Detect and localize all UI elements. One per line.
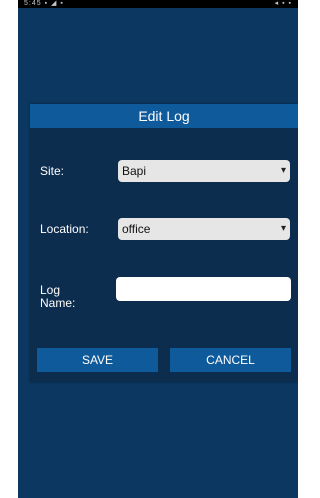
location-label: Location:	[40, 222, 89, 236]
status-bar-left: 5:45 ▪ ◢ ▪	[24, 0, 64, 7]
status-bar-right: ◂ ▪ ▪	[274, 0, 292, 7]
dialog-title: Edit Log	[30, 104, 298, 128]
site-label: Site:	[40, 164, 65, 178]
location-row: Location: office ▾	[30, 218, 298, 240]
dropdown-caret-icon: ▾	[280, 223, 286, 234]
edit-log-dialog: Edit Log Site: Bapi ▾ Location: office ▾…	[30, 104, 298, 382]
location-select[interactable]: office ▾	[118, 218, 290, 240]
site-row: Site: Bapi ▾	[30, 160, 298, 182]
log-name-input[interactable]	[116, 277, 291, 301]
site-select-value: Bapi	[122, 164, 147, 178]
log-name-row: Log Name:	[30, 276, 298, 312]
app-screen: 5:45 ▪ ◢ ▪ ◂ ▪ ▪ Edit Log Site: Bapi ▾ L…	[18, 0, 298, 498]
status-bar: 5:45 ▪ ◢ ▪ ◂ ▪ ▪	[18, 0, 298, 8]
cancel-button[interactable]: CANCEL	[170, 348, 291, 372]
save-button[interactable]: SAVE	[37, 348, 158, 372]
log-name-label: Log Name:	[40, 283, 76, 310]
dropdown-caret-icon: ▾	[280, 165, 286, 176]
site-select[interactable]: Bapi ▾	[118, 160, 290, 182]
location-select-value: office	[122, 222, 151, 236]
